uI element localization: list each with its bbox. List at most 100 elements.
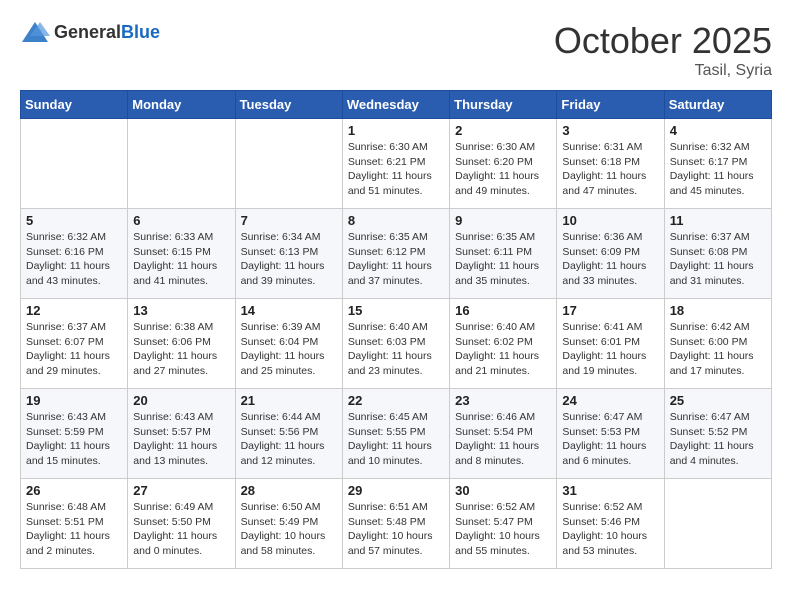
week-row-2: 5 Sunrise: 6:32 AM Sunset: 6:16 PM Daylig… (21, 209, 772, 299)
calendar-table: SundayMondayTuesdayWednesdayThursdayFrid… (20, 90, 772, 569)
day-number: 18 (670, 303, 766, 318)
day-info: Sunrise: 6:49 AM Sunset: 5:50 PM Dayligh… (133, 500, 229, 559)
day-number: 28 (241, 483, 337, 498)
day-info: Sunrise: 6:37 AM Sunset: 6:07 PM Dayligh… (26, 320, 122, 379)
day-info: Sunrise: 6:42 AM Sunset: 6:00 PM Dayligh… (670, 320, 766, 379)
day-info: Sunrise: 6:52 AM Sunset: 5:46 PM Dayligh… (562, 500, 658, 559)
title-block: October 2025 Tasil, Syria (554, 20, 772, 80)
calendar-cell (21, 119, 128, 209)
day-number: 8 (348, 213, 444, 228)
day-info: Sunrise: 6:37 AM Sunset: 6:08 PM Dayligh… (670, 230, 766, 289)
week-row-3: 12 Sunrise: 6:37 AM Sunset: 6:07 PM Dayli… (21, 299, 772, 389)
calendar-cell: 17Sunrise: 6:41 AM Sunset: 6:01 PM Dayli… (557, 299, 664, 389)
day-info: Sunrise: 6:39 AM Sunset: 6:04 PM Dayligh… (241, 320, 337, 379)
day-info: Sunrise: 6:40 AM Sunset: 6:02 PM Dayligh… (455, 320, 551, 379)
calendar-cell: 18 Sunrise: 6:42 AM Sunset: 6:00 PM Dayli… (664, 299, 771, 389)
day-number: 16 (455, 303, 551, 318)
logo-general: General (54, 22, 121, 42)
day-info: Sunrise: 6:44 AM Sunset: 5:56 PM Dayligh… (241, 410, 337, 469)
day-info: Sunrise: 6:40 AM Sunset: 6:03 PM Dayligh… (348, 320, 444, 379)
day-number: 7 (241, 213, 337, 228)
day-info: Sunrise: 6:48 AM Sunset: 5:51 PM Dayligh… (26, 500, 122, 559)
calendar-cell: 30 Sunrise: 6:52 AM Sunset: 5:47 PM Dayli… (450, 479, 557, 569)
calendar-cell: 21 Sunrise: 6:44 AM Sunset: 5:56 PM Dayli… (235, 389, 342, 479)
day-info: Sunrise: 6:34 AM Sunset: 6:13 PM Dayligh… (241, 230, 337, 289)
calendar-cell: 15 Sunrise: 6:40 AM Sunset: 6:03 PM Dayli… (342, 299, 449, 389)
calendar-cell: 23 Sunrise: 6:46 AM Sunset: 5:54 PM Dayli… (450, 389, 557, 479)
weekday-header-sunday: Sunday (21, 91, 128, 119)
calendar-cell: 12 Sunrise: 6:37 AM Sunset: 6:07 PM Dayli… (21, 299, 128, 389)
day-number: 19 (26, 393, 122, 408)
day-number: 27 (133, 483, 229, 498)
calendar-cell: 26Sunrise: 6:48 AM Sunset: 5:51 PM Dayli… (21, 479, 128, 569)
calendar-cell: 5 Sunrise: 6:32 AM Sunset: 6:16 PM Daylig… (21, 209, 128, 299)
day-info: Sunrise: 6:47 AM Sunset: 5:52 PM Dayligh… (670, 410, 766, 469)
calendar-cell (664, 479, 771, 569)
day-number: 24 (562, 393, 658, 408)
logo-blue: Blue (121, 22, 160, 42)
location-title: Tasil, Syria (554, 62, 772, 80)
day-info: Sunrise: 6:33 AM Sunset: 6:15 PM Dayligh… (133, 230, 229, 289)
calendar-cell: 19 Sunrise: 6:43 AM Sunset: 5:59 PM Dayli… (21, 389, 128, 479)
day-number: 9 (455, 213, 551, 228)
logo: GeneralBlue (20, 20, 160, 44)
calendar-cell: 10 Sunrise: 6:36 AM Sunset: 6:09 PM Dayli… (557, 209, 664, 299)
day-info: Sunrise: 6:47 AM Sunset: 5:53 PM Dayligh… (562, 410, 658, 469)
month-title: October 2025 (554, 20, 772, 62)
day-info: Sunrise: 6:36 AM Sunset: 6:09 PM Dayligh… (562, 230, 658, 289)
day-info: Sunrise: 6:32 AM Sunset: 6:17 PM Dayligh… (670, 140, 766, 199)
day-info: Sunrise: 6:38 AM Sunset: 6:06 PM Dayligh… (133, 320, 229, 379)
calendar-cell: 24 Sunrise: 6:47 AM Sunset: 5:53 PM Dayli… (557, 389, 664, 479)
day-number: 10 (562, 213, 658, 228)
calendar-cell (235, 119, 342, 209)
calendar-cell: 16 Sunrise: 6:40 AM Sunset: 6:02 PM Dayli… (450, 299, 557, 389)
day-number: 20 (133, 393, 229, 408)
calendar-cell: 31 Sunrise: 6:52 AM Sunset: 5:46 PM Dayli… (557, 479, 664, 569)
day-number: 23 (455, 393, 551, 408)
calendar-cell: 7 Sunrise: 6:34 AM Sunset: 6:13 PM Daylig… (235, 209, 342, 299)
day-info: Sunrise: 6:41 AM Sunset: 6:01 PM Dayligh… (562, 320, 658, 379)
calendar-cell: 14Sunrise: 6:39 AM Sunset: 6:04 PM Dayli… (235, 299, 342, 389)
calendar-cell: 28 Sunrise: 6:50 AM Sunset: 5:49 PM Dayli… (235, 479, 342, 569)
day-info: Sunrise: 6:50 AM Sunset: 5:49 PM Dayligh… (241, 500, 337, 559)
weekday-header-friday: Friday (557, 91, 664, 119)
calendar-cell: 6Sunrise: 6:33 AM Sunset: 6:15 PM Daylig… (128, 209, 235, 299)
day-info: Sunrise: 6:31 AM Sunset: 6:18 PM Dayligh… (562, 140, 658, 199)
day-number: 13 (133, 303, 229, 318)
day-info: Sunrise: 6:46 AM Sunset: 5:54 PM Dayligh… (455, 410, 551, 469)
calendar-cell: 8Sunrise: 6:35 AM Sunset: 6:12 PM Daylig… (342, 209, 449, 299)
calendar-cell: 22Sunrise: 6:45 AM Sunset: 5:55 PM Dayli… (342, 389, 449, 479)
day-info: Sunrise: 6:43 AM Sunset: 5:57 PM Dayligh… (133, 410, 229, 469)
page-header: GeneralBlue October 2025 Tasil, Syria (20, 20, 772, 80)
calendar-cell: 2 Sunrise: 6:30 AM Sunset: 6:20 PM Daylig… (450, 119, 557, 209)
day-info: Sunrise: 6:32 AM Sunset: 6:16 PM Dayligh… (26, 230, 122, 289)
day-number: 21 (241, 393, 337, 408)
day-number: 25 (670, 393, 766, 408)
day-number: 2 (455, 123, 551, 138)
day-info: Sunrise: 6:52 AM Sunset: 5:47 PM Dayligh… (455, 500, 551, 559)
day-number: 1 (348, 123, 444, 138)
day-number: 30 (455, 483, 551, 498)
calendar-cell: 29Sunrise: 6:51 AM Sunset: 5:48 PM Dayli… (342, 479, 449, 569)
day-info: Sunrise: 6:30 AM Sunset: 6:20 PM Dayligh… (455, 140, 551, 199)
day-info: Sunrise: 6:43 AM Sunset: 5:59 PM Dayligh… (26, 410, 122, 469)
logo-icon (20, 20, 50, 44)
weekday-header-wednesday: Wednesday (342, 91, 449, 119)
day-number: 15 (348, 303, 444, 318)
week-row-5: 26Sunrise: 6:48 AM Sunset: 5:51 PM Dayli… (21, 479, 772, 569)
day-info: Sunrise: 6:35 AM Sunset: 6:11 PM Dayligh… (455, 230, 551, 289)
day-number: 12 (26, 303, 122, 318)
day-info: Sunrise: 6:45 AM Sunset: 5:55 PM Dayligh… (348, 410, 444, 469)
calendar-cell: 9 Sunrise: 6:35 AM Sunset: 6:11 PM Daylig… (450, 209, 557, 299)
calendar-cell: 3Sunrise: 6:31 AM Sunset: 6:18 PM Daylig… (557, 119, 664, 209)
day-number: 5 (26, 213, 122, 228)
day-info: Sunrise: 6:51 AM Sunset: 5:48 PM Dayligh… (348, 500, 444, 559)
calendar-cell: 27 Sunrise: 6:49 AM Sunset: 5:50 PM Dayli… (128, 479, 235, 569)
week-row-4: 19 Sunrise: 6:43 AM Sunset: 5:59 PM Dayli… (21, 389, 772, 479)
calendar-cell: 1Sunrise: 6:30 AM Sunset: 6:21 PM Daylig… (342, 119, 449, 209)
calendar-cell: 4 Sunrise: 6:32 AM Sunset: 6:17 PM Daylig… (664, 119, 771, 209)
day-number: 31 (562, 483, 658, 498)
day-number: 4 (670, 123, 766, 138)
weekday-header-tuesday: Tuesday (235, 91, 342, 119)
day-number: 11 (670, 213, 766, 228)
